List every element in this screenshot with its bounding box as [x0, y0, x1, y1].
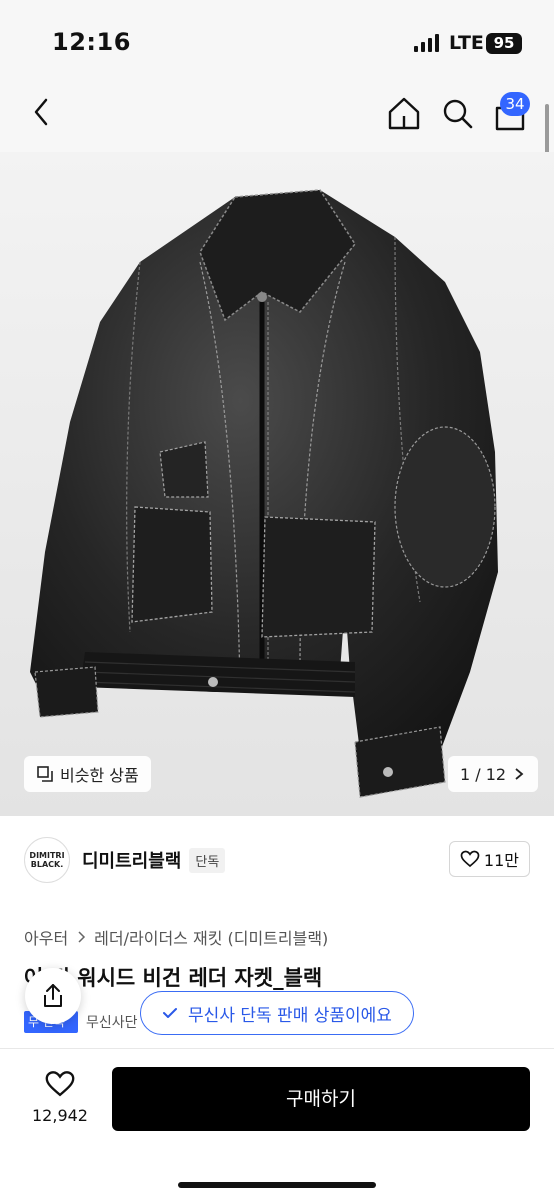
image-counter-text: 1 / 12: [460, 764, 507, 784]
brand-name[interactable]: 디미트리블랙: [82, 847, 181, 873]
chevron-right-icon: [78, 931, 86, 943]
similar-products-button[interactable]: 비슷한 상품: [24, 756, 151, 792]
brand-logo-line2: BLACK.: [30, 860, 64, 869]
exclusive-tag: 단독: [189, 847, 226, 873]
breadcrumb-level2[interactable]: 레더/라이더스 재킷 (디미트리블랙): [94, 925, 328, 949]
brand-row: DIMITRI BLACK. 디미트리블랙 단독 11만: [24, 837, 530, 883]
copy-icon: [37, 766, 53, 782]
product-like-button[interactable]: 12,942: [26, 1070, 94, 1125]
check-icon: [163, 1008, 178, 1018]
product-like-count: 12,942: [32, 1106, 88, 1125]
footer-divider: [0, 1048, 554, 1049]
brand-like-button[interactable]: 11만: [448, 841, 530, 877]
top-nav: [0, 80, 554, 152]
brand-logo-line1: DIMITRI: [29, 851, 65, 860]
heart-icon: [45, 1071, 75, 1097]
status-time: 12:16: [52, 28, 131, 56]
breadcrumb: 아우터 레더/라이더스 재킷 (디미트리블랙): [24, 925, 328, 949]
share-icon: [44, 984, 62, 1007]
share-button[interactable]: [25, 968, 81, 1024]
signal-icon: [414, 34, 439, 52]
heart-icon: [460, 850, 480, 868]
similar-products-label: 비슷한 상품: [60, 766, 139, 785]
home-icon[interactable]: [386, 94, 422, 138]
image-counter[interactable]: 1 / 12: [448, 756, 539, 792]
product-image[interactable]: [0, 152, 554, 816]
leather-jacket-image: [30, 189, 498, 798]
exclusive-toast: 무신사 단독 판매 상품이에요: [140, 991, 414, 1035]
network-label: LTE: [449, 32, 484, 54]
seller-label: 무신사단: [86, 1015, 138, 1031]
home-indicator: [178, 1182, 376, 1188]
battery-icon: 95: [486, 33, 522, 54]
cart-count-badge: 34: [500, 92, 530, 116]
status-bar: 12:16 LTE 95: [0, 0, 554, 80]
breadcrumb-level1[interactable]: 아우터: [24, 925, 68, 949]
brand-logo[interactable]: DIMITRI BLACK.: [24, 837, 70, 883]
search-icon[interactable]: [440, 94, 476, 138]
brand-like-count: 11만: [483, 851, 519, 870]
buy-button[interactable]: 구매하기: [112, 1067, 530, 1131]
chevron-right-icon: [515, 768, 524, 780]
back-icon[interactable]: [30, 94, 54, 134]
toast-message: 무신사 단독 판매 상품이에요: [188, 1005, 392, 1026]
